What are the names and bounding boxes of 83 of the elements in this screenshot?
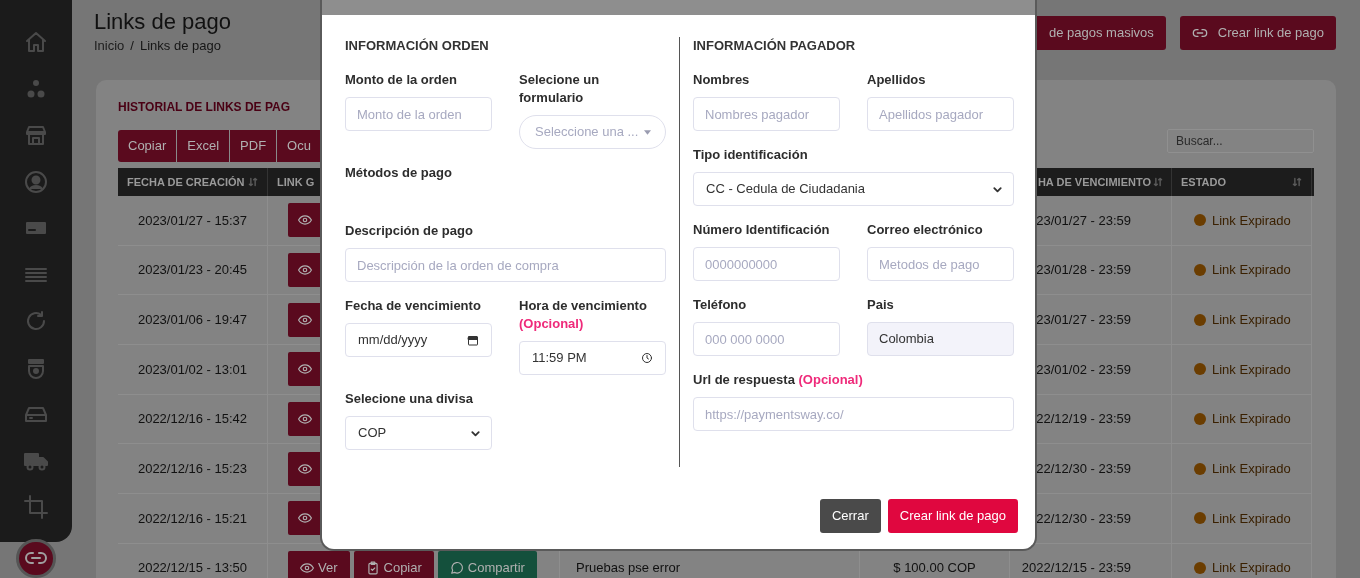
input-field[interactable]: https://paymentsway.co/: [693, 397, 1014, 431]
field-label: Descripción de pago: [345, 222, 474, 240]
home-icon: [24, 30, 48, 54]
caret-icon: [644, 129, 651, 135]
field-label: Url de respuesta (Opcional): [693, 371, 864, 389]
sidebar-item[interactable]: [16, 538, 56, 578]
select-field[interactable]: COP: [345, 416, 492, 450]
eye-icon: [300, 561, 314, 576]
clipboard-icon: [365, 561, 380, 576]
select-field[interactable]: CC - Cedula de Ciudadania: [693, 172, 1014, 206]
status-text: Link Expirado: [1212, 360, 1291, 379]
eye-icon: [298, 263, 312, 278]
status-text: Link Expirado: [1212, 509, 1291, 528]
export-button[interactable]: PDF: [230, 130, 278, 162]
eye-icon: [298, 213, 312, 228]
field-label: Número Identificación: [693, 221, 831, 239]
status-text: Link Expirado: [1212, 310, 1291, 329]
section-heading: INFORMACIÓN PAGADOR: [693, 37, 857, 55]
field-label: Hora de vencimiento (Opcional): [519, 297, 648, 333]
field-label: Fecha de vencimiento: [345, 297, 482, 315]
chat-icon: [449, 561, 464, 576]
field-label: Teléfono: [693, 296, 748, 314]
status-text: Link Expirado: [1212, 559, 1291, 578]
field-label: Nombres: [693, 71, 751, 89]
input-field[interactable]: Colombia: [867, 322, 1014, 356]
status-text: Link Expirado: [1212, 211, 1291, 230]
table-cell: 2022/12/16 - 15:21: [118, 494, 268, 544]
export-button[interactable]: Ocu: [277, 130, 322, 162]
field-label: Selecione una divisa: [345, 390, 474, 408]
field-label: Métodos de pago: [345, 164, 453, 182]
table-cell: 2022/12/16 - 15:23: [118, 444, 268, 495]
calendar-icon: [467, 333, 479, 347]
status-text: Link Expirado: [1212, 460, 1291, 479]
export-button[interactable]: Excel: [177, 130, 231, 162]
header-button[interactable]: Crear link de pago: [1179, 16, 1336, 50]
input-field[interactable]: Metodos de pago: [867, 247, 1014, 281]
input-field[interactable]: 0000000000: [693, 247, 840, 281]
field-label: Selecione un formulario: [519, 71, 601, 107]
table-cell: 2023/01/23 - 20:45: [118, 245, 268, 296]
input-field[interactable]: Nombres pagador: [693, 97, 840, 131]
card-title: HISTORIAL DE LINKS DE PAG: [118, 100, 292, 114]
eye-icon: [298, 461, 312, 476]
table-cell: 2023/01/27 - 15:37: [118, 196, 268, 246]
breadcrumb-link[interactable]: Inicio: [94, 38, 125, 54]
user-icon: [24, 169, 48, 194]
input-field[interactable]: Apellidos pagador: [867, 97, 1014, 131]
create-button[interactable]: Crear link de pago: [887, 499, 1018, 533]
clock-icon: [641, 352, 653, 364]
time-field[interactable]: 11:59 PM: [519, 341, 666, 375]
field-label: Tipo identificación: [693, 146, 809, 164]
input-field[interactable]: Monto de la orden: [345, 97, 492, 131]
input-field[interactable]: 000 000 0000: [693, 322, 840, 356]
breadcrumb-link[interactable]: Links de pago: [140, 38, 221, 54]
status-text: Link Expirado: [1212, 261, 1291, 280]
field-label: Correo electrónico: [867, 221, 984, 239]
sort-icon: [1292, 177, 1302, 187]
sort-icon: [248, 177, 258, 187]
export-button[interactable]: Copiar: [118, 130, 178, 162]
section-heading: INFORMACIÓN ORDEN: [345, 37, 490, 55]
sort-icon: [1153, 177, 1163, 187]
date-field[interactable]: mm/dd/yyyy: [345, 323, 492, 357]
action-button[interactable]: Copiar: [353, 551, 434, 578]
eye-icon: [298, 412, 312, 427]
crop-icon: [24, 495, 48, 519]
table-cell: 2022/12/16 - 15:42: [118, 394, 268, 445]
field-label: Monto de la orden: [345, 71, 458, 89]
eye-icon: [298, 312, 312, 327]
refresh-icon: [24, 309, 48, 333]
eye-icon: [298, 511, 312, 526]
search-field[interactable]: Buscar...: [1167, 129, 1314, 153]
field-label: Pais: [867, 296, 895, 314]
store-icon: [24, 123, 48, 147]
eye-icon: [298, 362, 312, 377]
breadcrumb-separator: /: [130, 38, 134, 54]
field-label: Apellidos: [867, 71, 927, 89]
action-button[interactable]: Ver: [288, 551, 350, 578]
table-cell: 2023/01/02 - 13:01: [118, 345, 268, 395]
action-button[interactable]: Compartir: [437, 551, 537, 578]
status-text: Link Expirado: [1212, 410, 1291, 429]
close-button[interactable]: Cerrar: [819, 499, 881, 533]
page-title: Links de pago: [94, 8, 231, 36]
input-field[interactable]: Descripción de la orden de compra: [345, 248, 666, 282]
table-cell: 2023/01/06 - 19:47: [118, 295, 268, 346]
